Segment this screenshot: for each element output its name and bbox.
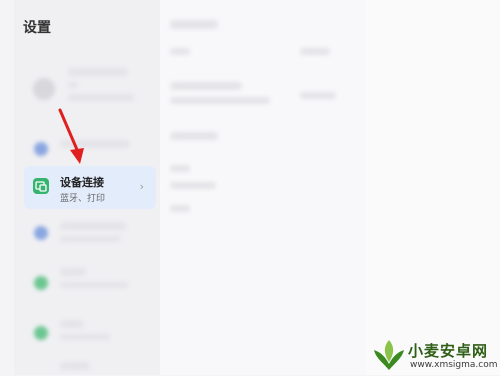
watermark: 小麦安卓网 www.xmsigma.com <box>372 338 500 375</box>
watermark-title: 小麦安卓网 <box>408 342 489 360</box>
sidebar-item-icon <box>34 326 48 340</box>
pane-row-blurred <box>170 182 216 189</box>
device-link-icon <box>33 178 49 194</box>
red-arrow-icon <box>58 108 84 164</box>
sidebar-item-subtitle: 蓝牙、打印 <box>60 194 106 204</box>
pane-row-blurred <box>170 165 190 172</box>
sidebar-item-icon <box>34 276 48 290</box>
sidebar-item-icon <box>34 142 48 156</box>
sidebar-title: 设置 <box>23 20 51 36</box>
pane-row-value-blurred <box>300 92 336 99</box>
pane-row-blurred <box>170 97 270 104</box>
pane-row-blurred[interactable] <box>170 48 190 55</box>
settings-screen: 设置 设备连接 蓝牙、打印 › 小麦安卓网 www.xmsigma.com <box>0 0 500 375</box>
sidebar-item-device-connection[interactable]: 设备连接 蓝牙、打印 › <box>24 166 156 209</box>
account-row-blurred-line <box>68 82 78 88</box>
pane-row-blurred[interactable] <box>170 82 242 90</box>
sidebar-item-blurred[interactable] <box>60 320 84 328</box>
background-area <box>365 0 500 375</box>
sidebar-item-blurred[interactable] <box>60 222 126 230</box>
sidebar-item-blurred <box>60 282 128 288</box>
watermark-logo-icon <box>374 340 404 370</box>
pane-row-blurred[interactable] <box>170 132 218 140</box>
sidebar-item-label: 设备连接 <box>60 176 104 189</box>
sidebar-item-icon <box>34 226 48 240</box>
sidebar-item-blurred[interactable] <box>60 268 86 276</box>
pane-row-value-blurred <box>300 48 330 55</box>
chevron-right-icon: › <box>139 180 144 193</box>
watermark-url: www.xmsigma.com <box>410 360 498 370</box>
sidebar-item-blurred <box>60 362 90 370</box>
sidebar-item-blurred <box>60 236 120 242</box>
pane-row-blurred[interactable] <box>170 205 190 212</box>
avatar[interactable] <box>33 78 55 100</box>
sidebar-item-blurred <box>60 334 110 340</box>
pane-heading-blurred <box>170 20 218 29</box>
account-row-blurred[interactable] <box>68 68 128 76</box>
